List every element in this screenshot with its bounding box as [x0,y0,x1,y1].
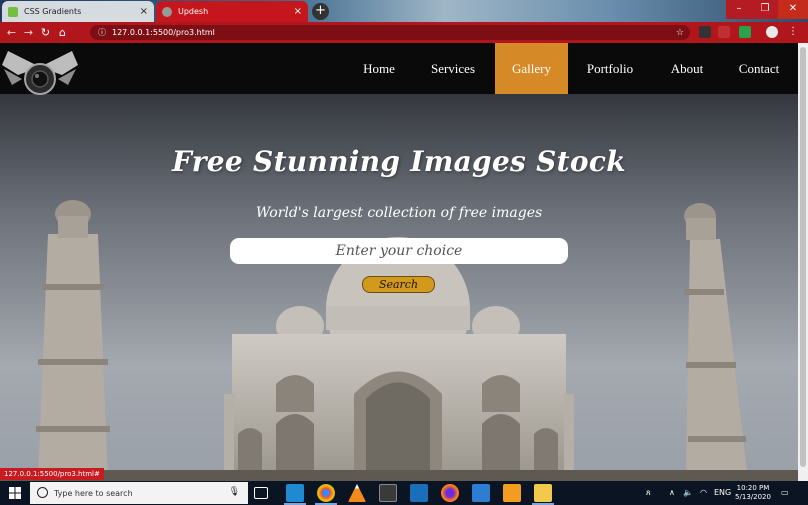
close-tab-icon[interactable]: × [140,6,148,17]
microphone-icon[interactable]: 🎙 [229,487,240,497]
hero-title: Free Stunning Images Stock [172,145,626,178]
url-text: 127.0.0.1:5500/pro3.html [112,28,215,37]
task-view-icon[interactable] [254,487,268,499]
extension-icon[interactable] [699,26,711,38]
address-toolbar: ← → ↻ ⌂ ⓘ 127.0.0.1:5500/pro3.html ☆ ⋮ [0,22,808,43]
info-icon[interactable]: ⓘ [98,27,106,38]
nav-services-link[interactable]: Services [420,43,486,94]
reload-icon[interactable]: ↻ [37,26,54,39]
back-icon[interactable]: ← [3,26,20,39]
windows-taskbar: Type here to search 🎙 ጸ ∧ 🔈 ◠ ENG 10:20 … [0,481,808,505]
link-status-bubble: 127.0.0.1:5500/pro3.html# [0,468,104,480]
close-tab-icon[interactable]: × [294,6,302,17]
scrollbar-thumb[interactable] [800,47,806,467]
tab-updesh[interactable]: Updesh × [156,1,308,22]
taskbar-search-placeholder: Type here to search [54,488,133,498]
site-navbar: Aerial Home Services Gallery Portfolio A… [0,43,798,106]
extension-icon[interactable] [718,26,730,38]
cortana-icon [37,487,48,498]
clock-date: 5/13/2020 [735,493,771,501]
file-explorer-icon[interactable] [532,484,554,505]
photos-icon[interactable] [503,484,521,502]
taskbar-clock[interactable]: 10:20 PM 5/13/2020 [731,484,775,502]
profile-avatar[interactable] [766,26,778,38]
hero-subtitle: World's largest collection of free image… [255,205,543,221]
maximize-button[interactable]: ❐ [752,0,778,19]
network-app-icon[interactable] [472,484,490,502]
home-icon[interactable]: ⌂ [54,26,71,39]
page-scrollbar[interactable] [798,43,808,481]
nav-portfolio-link[interactable]: Portfolio [578,43,642,94]
web-page: Aerial Home Services Gallery Portfolio A… [0,43,798,481]
new-tab-button[interactable]: + [312,3,329,20]
firefox-icon[interactable] [441,484,459,502]
tray-chevron-icon[interactable]: ∧ [669,481,675,505]
calculator-icon[interactable] [379,484,397,502]
tab-css-gradients[interactable]: CSS Gradients × [2,1,154,22]
nav-contact-link[interactable]: Contact [728,43,790,94]
close-window-button[interactable]: ✕ [778,0,808,19]
nav-home-link[interactable]: Home [352,43,406,94]
people-icon[interactable]: ጸ [646,481,651,505]
globe-favicon-icon [162,6,172,17]
bookmark-star-icon[interactable]: ☆ [676,28,684,38]
wifi-icon[interactable]: ◠ [700,481,707,505]
taskbar-search-box[interactable]: Type here to search 🎙 [30,482,248,504]
css-gradients-favicon-icon [8,6,18,17]
nav-gallery-link[interactable]: Gallery [495,43,568,94]
windows-start-icon[interactable] [9,487,21,499]
tab-title: CSS Gradients [24,7,82,16]
volume-icon[interactable]: 🔈 [683,481,693,505]
forward-icon[interactable]: → [20,26,37,39]
media-player-icon[interactable] [410,484,428,502]
shield-extension-icon[interactable] [739,26,751,38]
image-search-input[interactable] [230,238,568,264]
vscode-icon[interactable] [284,484,306,505]
minimize-button[interactable]: – [726,0,752,19]
browser-tab-strip: CSS Gradients × Updesh × + – ❐ ✕ [0,0,808,22]
language-indicator[interactable]: ENG [714,481,731,505]
clock-time: 10:20 PM [736,484,770,492]
logo-text: Aerial [20,95,51,106]
tab-title: Updesh [178,7,209,16]
notifications-icon[interactable]: ▭ [781,481,789,505]
search-button[interactable]: Search [362,276,435,293]
vlc-icon[interactable] [348,484,366,502]
nav-about-link[interactable]: About [660,43,714,94]
chrome-icon[interactable] [315,484,337,505]
url-bar[interactable]: ⓘ 127.0.0.1:5500/pro3.html ☆ [90,25,690,40]
menu-kebab-icon[interactable]: ⋮ [787,26,799,38]
